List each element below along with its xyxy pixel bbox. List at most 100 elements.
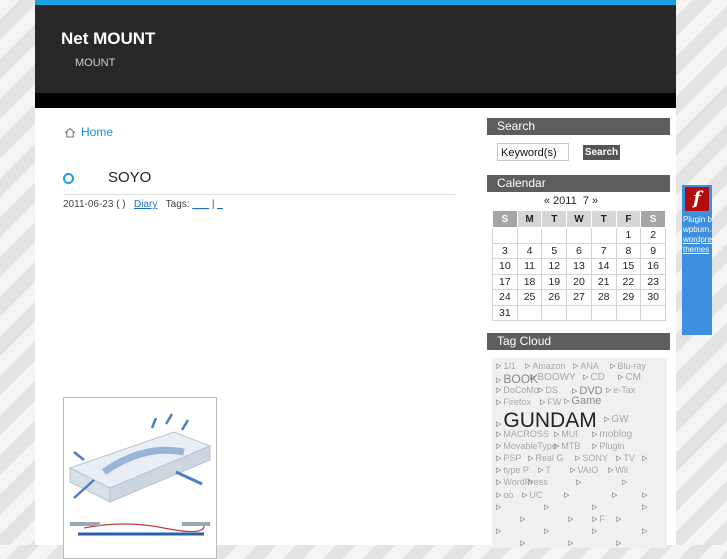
- breadcrumb-home[interactable]: Home: [64, 125, 113, 139]
- tag-cloud-item[interactable]: MACROSS: [496, 430, 549, 439]
- tag-cloud-item[interactable]: Wii: [608, 466, 628, 475]
- calendar-day: 22: [615, 273, 642, 290]
- search-input[interactable]: Keyword(s): [497, 143, 569, 161]
- category-link[interactable]: Diary: [134, 199, 157, 210]
- calendar-day: 4: [516, 242, 543, 259]
- tag-cloud: 1/1AmazonANABlu-rayBOOKBOOWYCDCMDoCoMoDS…: [492, 358, 667, 548]
- flash-credit-link[interactable]: wordpress: [683, 235, 712, 245]
- calendar-empty-cell: [566, 304, 592, 321]
- tag-cloud-marker: [496, 503, 503, 512]
- calendar-empty-cell: [640, 304, 666, 321]
- calendar-week: 24 25 26 27 28 29 30: [492, 289, 666, 306]
- tag-cloud-item[interactable]: Game: [564, 396, 601, 407]
- calendar-day: 15: [615, 258, 642, 275]
- tag-cloud-item[interactable]: Plugin: [592, 442, 624, 451]
- tag-cloud-item[interactable]: moblog: [592, 430, 632, 440]
- calendar-day: 26: [541, 289, 568, 306]
- tag-cloud-marker: [592, 503, 599, 512]
- tag-cloud-item[interactable]: Real G: [528, 454, 563, 463]
- tag-cloud-item[interactable]: GW: [604, 415, 628, 425]
- calendar-day: 14: [590, 258, 617, 275]
- tag-cloud-item[interactable]: T: [538, 466, 551, 475]
- nav-bar: [35, 93, 676, 108]
- calendar-year: 2011: [553, 195, 577, 207]
- tag-cloud-item[interactable]: CD: [583, 373, 604, 383]
- tag-cloud-marker: [642, 527, 649, 536]
- tag-cloud-item[interactable]: Amazon: [525, 362, 565, 371]
- home-link[interactable]: Home: [81, 125, 113, 139]
- tag-cloud-item[interactable]: e-Tax: [606, 386, 635, 395]
- weekday-header: S: [492, 210, 518, 228]
- tag-cloud-item[interactable]: WordPress: [496, 478, 547, 487]
- tag-separator: |: [209, 199, 218, 210]
- calendar-day: 30: [640, 289, 666, 306]
- search-button[interactable]: Search: [583, 145, 620, 160]
- calendar-month: 7: [582, 195, 589, 207]
- tag-cloud-item[interactable]: 1/1: [496, 362, 516, 371]
- calendar-day: 3: [492, 242, 518, 259]
- tag-cloud-item[interactable]: type P: [496, 466, 529, 475]
- title-divider: [63, 194, 455, 195]
- calendar-week: 17 18 19 20 21 22 23: [492, 273, 666, 290]
- tag-cloud-item[interactable]: GUNDAM: [496, 410, 596, 431]
- tag-cloud-marker: [642, 503, 649, 512]
- tag-link-1[interactable]: ___: [192, 199, 209, 210]
- tag-cloud-item[interactable]: PSP: [496, 454, 521, 463]
- tag-cloud-item[interactable]: TV: [616, 454, 635, 463]
- calendar-day: 17: [492, 273, 518, 290]
- calendar-day: 12: [541, 258, 568, 275]
- post-bullet-icon: [63, 173, 74, 184]
- weekday-header: M: [516, 210, 543, 228]
- weekday-header: W: [566, 210, 592, 228]
- tag-cloud-item[interactable]: ANA: [573, 362, 599, 371]
- tag-cloud-item[interactable]: MUI: [554, 430, 578, 439]
- calendar-day: 13: [566, 258, 592, 275]
- flash-credit: Plugin by wpburn.com wordpress themes: [682, 215, 712, 255]
- calendar-empty-cell: [590, 227, 617, 244]
- calendar-day: 25: [516, 289, 543, 306]
- tag-cloud-item[interactable]: FW: [540, 398, 561, 407]
- calendar-empty-cell: [516, 304, 543, 321]
- tag-cloud-item[interactable]: DoCoMo: [496, 386, 539, 395]
- post-title[interactable]: SOYO: [108, 169, 151, 186]
- site-header: Net MOUNT MOUNT: [35, 5, 676, 93]
- calendar-empty-cell: [541, 304, 568, 321]
- tag-cloud-item[interactable]: DS: [538, 386, 558, 395]
- flash-credit-line: wpburn.com: [683, 225, 712, 234]
- tag-cloud-item[interactable]: oo: [496, 491, 513, 500]
- tag-cloud-marker: [520, 515, 527, 524]
- product-image[interactable]: [63, 397, 217, 559]
- tag-cloud-item[interactable]: SONY: [575, 454, 608, 463]
- tag-cloud-marker: [576, 478, 583, 487]
- tagcloud-heading: Tag Cloud: [487, 333, 670, 350]
- tag-cloud-item[interactable]: CM: [618, 373, 641, 383]
- calendar-day: 24: [492, 289, 518, 306]
- tag-cloud-marker: [568, 515, 575, 524]
- calendar-table: SMTWTFS 1 2 3 4 5 6 7 8 9 10 11 12 13 14 15 16 17 18 19 20 2…: [492, 210, 666, 321]
- site-title[interactable]: Net MOUNT: [61, 29, 155, 49]
- flash-plugin-badge[interactable]: f Plugin by wpburn.com wordpress themes: [682, 185, 712, 335]
- calendar-day: 9: [640, 242, 666, 259]
- tag-cloud-item[interactable]: Firefox: [496, 398, 531, 407]
- next-month-link[interactable]: »: [592, 195, 598, 207]
- calendar-week: 12: [492, 227, 666, 244]
- prev-month-link[interactable]: «: [544, 195, 550, 207]
- flash-credit-link[interactable]: themes: [683, 245, 712, 255]
- calendar-day: 20: [566, 273, 592, 290]
- calendar-day: 2: [640, 227, 666, 244]
- tag-cloud-item[interactable]: MTB: [554, 442, 580, 451]
- tag-link-2[interactable]: _: [217, 199, 223, 210]
- tag-cloud-item[interactable]: UC: [522, 491, 542, 500]
- flash-credit-line: Plugin by: [683, 215, 712, 224]
- tag-cloud-item[interactable]: F: [592, 515, 605, 524]
- tag-cloud-marker: [520, 539, 527, 548]
- home-icon: [64, 127, 76, 138]
- calendar-day: 10: [492, 258, 518, 275]
- tag-cloud-item[interactable]: MovableType: [496, 442, 557, 451]
- calendar-day: 18: [516, 273, 543, 290]
- tags-label: Tags:: [165, 199, 190, 210]
- tag-cloud-item[interactable]: Blu-ray: [610, 362, 646, 371]
- tag-cloud-item[interactable]: BOOWY: [530, 373, 575, 383]
- tag-cloud-item[interactable]: VAIO: [570, 466, 598, 475]
- calendar-heading: Calendar: [487, 175, 670, 192]
